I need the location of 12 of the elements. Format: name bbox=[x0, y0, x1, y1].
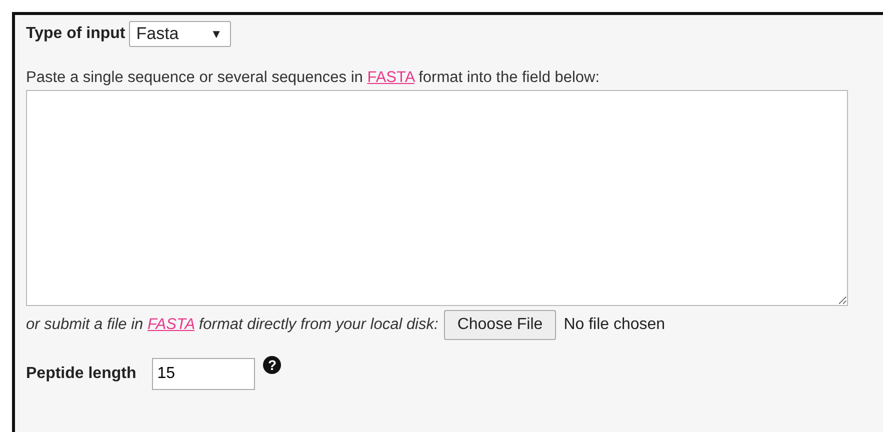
input-type-label: Type of input bbox=[26, 25, 126, 43]
paste-instructions: Paste a single sequence or several sequences in FASTA format into the field below: bbox=[26, 69, 601, 87]
help-icon[interactable]: ? bbox=[263, 356, 282, 374]
sequence-input[interactable] bbox=[26, 90, 848, 306]
peptide-length-label: Peptide length bbox=[26, 365, 136, 383]
choose-file-button[interactable]: Choose File bbox=[444, 310, 556, 340]
peptide-length-field[interactable]: 15 bbox=[152, 358, 256, 390]
file-instructions: or submit a file in FASTA format directly from your local disk: bbox=[26, 316, 438, 334]
input-type-select[interactable]: Fasta ▼ bbox=[129, 21, 232, 47]
file-status: No file chosen bbox=[564, 316, 666, 334]
fasta-link[interactable]: FASTA bbox=[367, 69, 414, 86]
fasta-link[interactable]: FASTA bbox=[147, 316, 195, 333]
